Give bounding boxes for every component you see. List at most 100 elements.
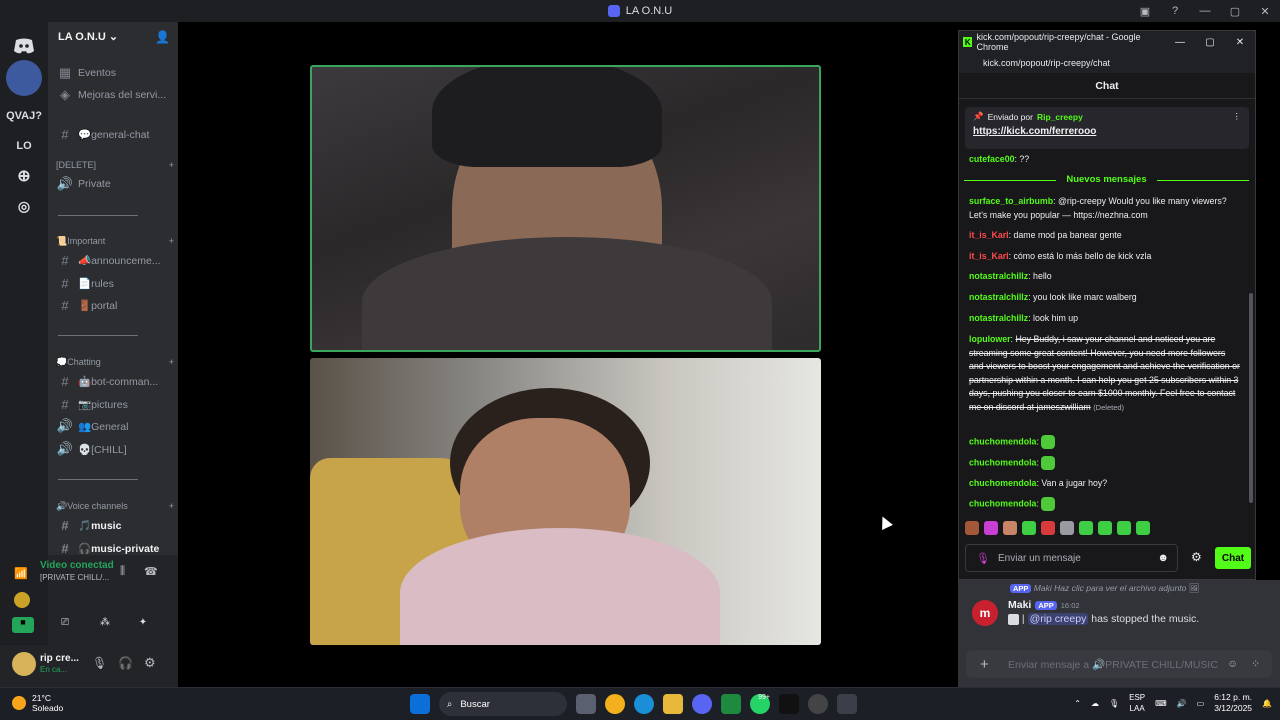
maki-avatar[interactable]: m	[972, 600, 998, 626]
emote-icon[interactable]	[1041, 521, 1055, 535]
chat-input[interactable]: 🎙 Enviar un mensaje ☻	[965, 544, 1178, 572]
emote-icon[interactable]	[984, 521, 998, 535]
chat-send-button[interactable]: Chat	[1215, 547, 1251, 569]
emote-icon[interactable]	[1003, 521, 1017, 535]
task-view-icon[interactable]	[576, 694, 596, 714]
apps-icon[interactable]: ⁘	[1251, 658, 1260, 670]
discord-taskbar-icon[interactable]	[692, 694, 712, 714]
message-author[interactable]: Maki APP 16:02	[1008, 599, 1080, 611]
activities-icon[interactable]: ⁂	[94, 617, 116, 633]
pinned-message[interactable]: 📌 Enviado por Rip_creepy ⋮ https://kick.…	[965, 107, 1249, 149]
hoodie-shape	[400, 528, 720, 645]
show-hidden-icons[interactable]: ⌃	[1074, 699, 1081, 708]
popout-minimize-button[interactable]: —	[1165, 37, 1195, 48]
activity-icon[interactable]	[14, 592, 30, 608]
emote-icon[interactable]	[1136, 521, 1150, 535]
start-icon[interactable]	[410, 694, 430, 714]
channel-portal[interactable]: # 🚪portal	[56, 296, 174, 314]
pinned-link[interactable]: https://kick.com/ferrerooo	[973, 126, 1241, 137]
calculator-icon[interactable]	[837, 694, 857, 714]
divider	[58, 479, 138, 480]
whatsapp-icon[interactable]: 99+	[750, 694, 770, 714]
emote-icon[interactable]	[965, 521, 979, 535]
minimize-button[interactable]: —	[1190, 5, 1220, 17]
category-chatting[interactable]: 💭Chatting +	[56, 357, 174, 368]
edge-icon[interactable]	[634, 694, 654, 714]
server-name[interactable]: LA O.N.U ⌄	[58, 30, 118, 43]
tiktok-icon[interactable]	[779, 694, 799, 714]
noise-suppression-icon[interactable]: ⫼	[120, 565, 125, 578]
emoji-icon[interactable]: ☺	[1227, 658, 1238, 670]
close-button[interactable]: ✕	[1250, 5, 1280, 18]
reply-preview[interactable]: APP Maki Haz clic para ver el archivo ad…	[1010, 583, 1200, 594]
taskbar: 21°C Soleado ⌕ Buscar 99+ ⌃ ☁ 🎙 ESP LAA ⌨ 🔊…	[0, 687, 1280, 720]
hash-icon: #	[61, 297, 69, 313]
emote-icon[interactable]	[1079, 521, 1093, 535]
category-delete[interactable]: [DELETE] +	[56, 160, 174, 170]
channel-music[interactable]: # 🎵music	[56, 516, 174, 534]
clock[interactable]: 6:12 p. m. 3/12/2025	[1214, 692, 1252, 714]
explore-icon[interactable]: ◎	[6, 188, 42, 224]
hash-icon: #	[61, 252, 69, 268]
emote-icon[interactable]	[1117, 521, 1131, 535]
camera-icon[interactable]: ■	[12, 617, 34, 633]
avatar[interactable]	[12, 652, 36, 676]
channel-general-chat[interactable]: # 💬general-chat	[56, 125, 174, 143]
steam-icon[interactable]	[808, 694, 828, 714]
screen-share-icon[interactable]: ⎚	[54, 617, 76, 633]
video-tile-participant[interactable]	[310, 358, 821, 645]
battery-icon[interactable]: ▭	[1197, 699, 1205, 708]
server-icon-active[interactable]	[6, 60, 42, 96]
channel-pictures[interactable]: # 📷pictures	[56, 395, 174, 413]
user-name[interactable]: rip cre...	[40, 653, 79, 664]
chat-scrollbar[interactable]	[1249, 293, 1253, 503]
chat-settings-gear-icon[interactable]: ⚙	[1191, 550, 1202, 564]
disconnect-icon[interactable]: ☎	[144, 565, 158, 578]
more-options-icon[interactable]: ⋮	[1233, 111, 1242, 122]
file-explorer-icon[interactable]	[663, 694, 683, 714]
add-attachment-icon[interactable]: +	[980, 656, 989, 673]
channel-bot-commands[interactable]: # 🤖bot-comman...	[56, 372, 174, 390]
category-voice-channels[interactable]: 🔊Voice channels +	[56, 501, 174, 512]
channel-chill-voice[interactable]: 🔊 💀[CHILL]	[56, 440, 174, 458]
category-important[interactable]: 📜Important +	[56, 236, 174, 247]
message-composer[interactable]: + Enviar mensaje a 🔊PRIVATE CHILL/MUSIC …	[966, 650, 1272, 678]
channel-private[interactable]: 🔊 Private	[56, 175, 174, 193]
mic-tray-icon[interactable]: 🎙	[1109, 699, 1119, 708]
headphones-icon[interactable]: 🎧	[118, 656, 133, 670]
soundboard-icon[interactable]: ✦	[132, 617, 154, 633]
emote-icon[interactable]	[1022, 521, 1036, 535]
notification-bell-icon[interactable]: 🔔	[1262, 699, 1272, 708]
emote-icon[interactable]	[1060, 521, 1074, 535]
video-tile-speaking[interactable]	[310, 65, 821, 352]
add-people-icon[interactable]: 👤	[155, 30, 170, 44]
boosts-item[interactable]: ◈ Mejoras del servi...	[56, 86, 174, 104]
popout-maximize-button[interactable]: ▢	[1195, 37, 1225, 48]
chrome-icon[interactable]	[605, 694, 625, 714]
help-icon[interactable]: ?	[1160, 5, 1190, 17]
sun-icon	[12, 696, 26, 710]
onedrive-icon[interactable]: ☁	[1091, 699, 1099, 708]
channel-announcements[interactable]: # 📣announceme...	[56, 251, 174, 269]
excel-icon[interactable]	[721, 694, 741, 714]
voice-channel-name[interactable]: [PRIVATE CHILL/...	[40, 573, 109, 582]
inbox-icon[interactable]: ▣	[1130, 5, 1160, 18]
maximize-button[interactable]: ▢	[1220, 5, 1250, 18]
events-item[interactable]: ▦ Eventos	[56, 64, 174, 82]
language-indicator[interactable]: ESP LAA	[1129, 692, 1145, 714]
emote-icon[interactable]	[1098, 521, 1112, 535]
volume-icon[interactable]: 🔊	[1177, 699, 1187, 708]
emoji-icon[interactable]: ☻	[1157, 552, 1169, 564]
weather-widget[interactable]: 21°C Soleado	[12, 693, 63, 713]
pinned-sent-by: Enviado por	[987, 111, 1033, 122]
address-bar[interactable]: kick.com/popout/rip-creepy/chat	[959, 53, 1255, 73]
network-icon[interactable]: ⌨	[1155, 699, 1167, 708]
popout-close-button[interactable]: ✕	[1225, 37, 1255, 48]
channel-rules[interactable]: # 📄rules	[56, 274, 174, 292]
channel-general-voice[interactable]: 🔊 👥General	[56, 417, 174, 435]
taskbar-search[interactable]: ⌕ Buscar	[439, 692, 567, 716]
microphone-icon[interactable]: 🎙	[92, 656, 107, 670]
settings-gear-icon[interactable]: ⚙	[144, 655, 156, 671]
search-icon: ⌕	[447, 698, 453, 710]
discord-home-icon[interactable]	[6, 28, 42, 64]
